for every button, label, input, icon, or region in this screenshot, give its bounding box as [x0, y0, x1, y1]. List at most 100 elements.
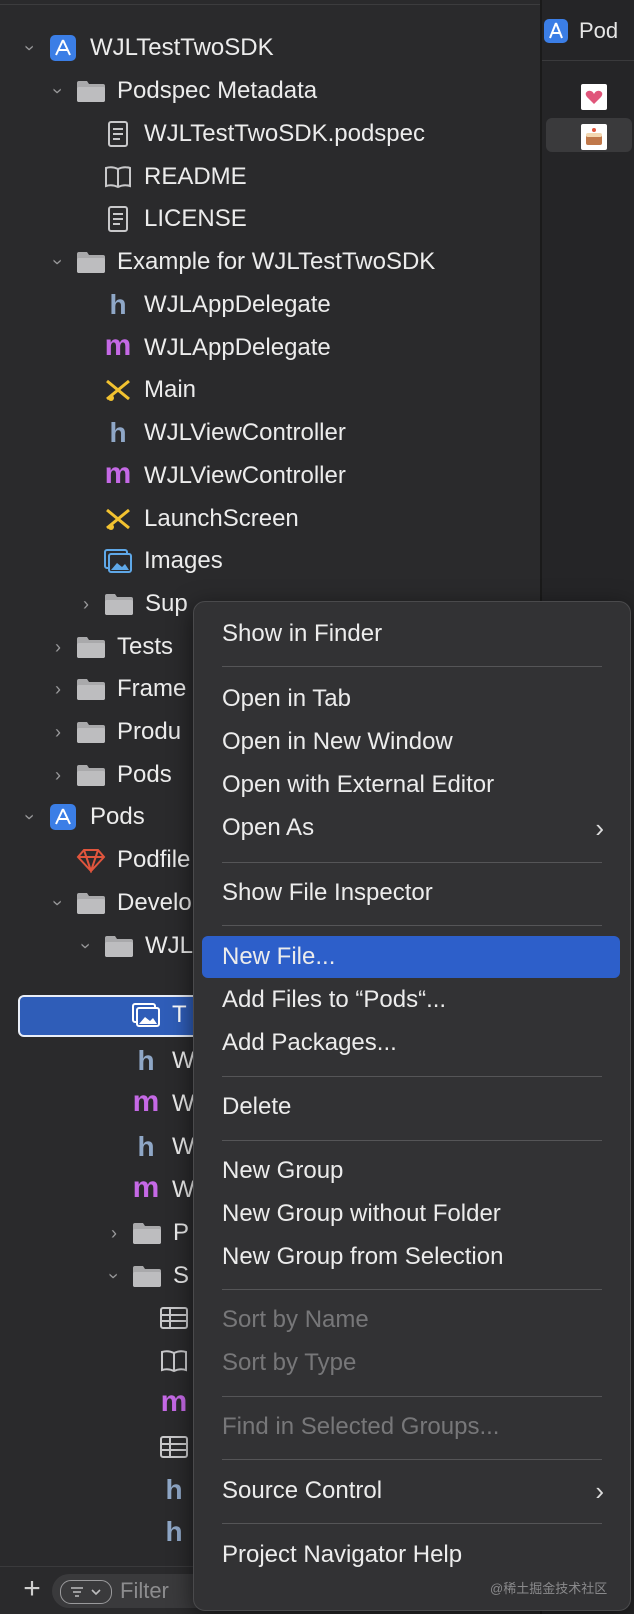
tree-row-podspec-file[interactable]: WJLTestTwoSDK.podspec [0, 114, 540, 154]
menu-item-label: New Group from Selection [222, 1243, 504, 1270]
folder-icon [104, 933, 134, 959]
tree-row-appdelegate-h[interactable]: h WJLAppDelegate [0, 285, 540, 325]
tree-row-label: README [144, 163, 247, 190]
tree-row-label: WJLViewController [144, 419, 346, 446]
tree-row-viewcontroller-m[interactable]: m WJLViewController [0, 456, 540, 496]
menu-item-label: Sort by Type [222, 1349, 357, 1376]
chevron-right-icon[interactable]: › [50, 764, 66, 786]
menu-item-open-as[interactable]: Open As › [202, 807, 620, 849]
tree-row-label: Develo [117, 889, 192, 916]
folder-icon [76, 634, 106, 660]
storyboard-icon [103, 377, 133, 403]
tree-row-readme[interactable]: README [0, 157, 540, 197]
book-icon [103, 164, 133, 190]
menu-item-delete[interactable]: Delete [202, 1086, 620, 1128]
tree-row-label: WJLTestTwoSDK.podspec [144, 120, 426, 147]
document-icon [103, 206, 133, 232]
menu-separator [222, 1140, 602, 1141]
menu-item-label: Source Control [222, 1477, 383, 1504]
image-thumbnail[interactable] [581, 84, 607, 110]
chevron-right-icon[interactable]: › [50, 636, 66, 658]
folder-icon [76, 719, 106, 745]
menu-item-label: Open in Tab [222, 685, 351, 712]
menu-item-add-files[interactable]: Add Files to “Pods“... [202, 979, 620, 1021]
tree-row-label: Podspec Metadata [117, 77, 318, 104]
menu-item-new-group-without-folder[interactable]: New Group without Folder [202, 1193, 620, 1235]
menu-item-source-control[interactable]: Source Control › [202, 1470, 620, 1512]
tree-row-label: WJLAppDelegate [144, 334, 331, 361]
tree-row-label: P [173, 1219, 190, 1246]
chevron-down-icon[interactable]: › [103, 1268, 125, 1284]
chevron-right-icon[interactable]: › [78, 593, 94, 615]
tree-row-label: WJLViewController [144, 462, 346, 489]
folder-icon [76, 676, 106, 702]
navigator-top-divider [0, 4, 540, 5]
menu-item-open-in-tab[interactable]: Open in Tab [202, 678, 620, 720]
chevron-right-icon[interactable]: › [50, 678, 66, 700]
add-icon[interactable]: + [18, 1574, 46, 1604]
image-thumbnail[interactable] [581, 124, 607, 150]
tree-row-label: Main [144, 376, 197, 403]
tree-row-license[interactable]: LICENSE [0, 199, 540, 239]
asset-catalog-icon [131, 1002, 161, 1028]
tree-row-viewcontroller-h[interactable]: h WJLViewController [0, 413, 540, 453]
watermark: @稀土掘金技术社区 [490, 1581, 608, 1596]
tree-row-label: W [172, 1176, 195, 1203]
chevron-down-icon[interactable]: › [47, 895, 69, 911]
chevron-down-icon[interactable]: › [19, 809, 41, 825]
objc-m-icon: m [132, 1171, 160, 1204]
editor-tab-label[interactable]: Pod [579, 18, 618, 44]
tree-row-main-storyboard[interactable]: Main [0, 370, 540, 410]
table-icon [159, 1434, 189, 1460]
chevron-down-icon[interactable]: › [19, 40, 41, 56]
tree-row-label: WJL [145, 932, 193, 959]
tree-row-launchscreen[interactable]: LaunchScreen [0, 499, 540, 539]
tree-row-label: Pods [117, 761, 172, 788]
menu-item-new-group[interactable]: New Group [202, 1150, 620, 1192]
menu-item-show-in-finder[interactable]: Show in Finder [202, 613, 620, 655]
tree-row-example-group[interactable]: › Example for WJLTestTwoSDK [0, 242, 540, 282]
menu-item-label: Open As [222, 814, 315, 841]
menu-item-project-navigator-help[interactable]: Project Navigator Help [202, 1534, 620, 1576]
chevron-down-icon[interactable]: › [47, 254, 69, 270]
menu-item-new-file[interactable]: New File... [202, 936, 620, 978]
menu-item-open-with-external-editor[interactable]: Open with External Editor [202, 764, 620, 806]
tree-row-label: LaunchScreen [144, 505, 299, 532]
asset-catalog-icon [103, 548, 133, 574]
menu-item-new-group-from-selection[interactable]: New Group from Selection [202, 1236, 620, 1278]
tree-row-images[interactable]: Images [0, 541, 540, 581]
tree-row-label: WJLTestTwoSDK [90, 34, 274, 61]
tree-row-appdelegate-m[interactable]: m WJLAppDelegate [0, 328, 540, 368]
tree-row-label: Produ [117, 718, 182, 745]
menu-separator [222, 666, 602, 667]
chevron-down-icon[interactable]: › [75, 938, 97, 954]
chevron-right-icon: › [595, 1476, 604, 1506]
chevron-right-icon[interactable]: › [50, 721, 66, 743]
menu-item-label: Sort by Name [222, 1306, 369, 1333]
menu-separator [222, 1396, 602, 1397]
filter-options-icon[interactable] [60, 1580, 112, 1604]
menu-item-label: Add Packages... [222, 1029, 397, 1056]
menu-item-add-packages[interactable]: Add Packages... [202, 1022, 620, 1064]
menu-separator [222, 1523, 602, 1524]
folder-icon [76, 78, 106, 104]
menu-item-show-file-inspector[interactable]: Show File Inspector [202, 872, 620, 914]
storyboard-icon [103, 506, 133, 532]
tree-row-wjltesttwosdk[interactable]: › WJLTestTwoSDK [0, 28, 540, 68]
menu-item-open-in-new-window[interactable]: Open in New Window [202, 721, 620, 763]
chevron-right-icon[interactable]: › [106, 1222, 122, 1244]
objc-m-icon: m [104, 329, 132, 362]
menu-item-label: New File... [222, 943, 336, 970]
tree-row-label: Tests [117, 633, 174, 660]
header-h-icon: h [165, 1474, 183, 1505]
menu-item-sort-by-type: Sort by Type [202, 1342, 620, 1384]
xcode-project-icon [48, 804, 78, 830]
chevron-down-icon[interactable]: › [47, 83, 69, 99]
tree-row-label: W [172, 1133, 195, 1160]
document-icon [103, 121, 133, 147]
tree-row-podspec-metadata[interactable]: › Podspec Metadata [0, 71, 540, 111]
tree-row-label: Podfile [117, 846, 191, 873]
header-h-icon: h [165, 1516, 183, 1547]
menu-item-label: Open in New Window [222, 728, 453, 755]
header-h-icon: h [109, 417, 127, 448]
